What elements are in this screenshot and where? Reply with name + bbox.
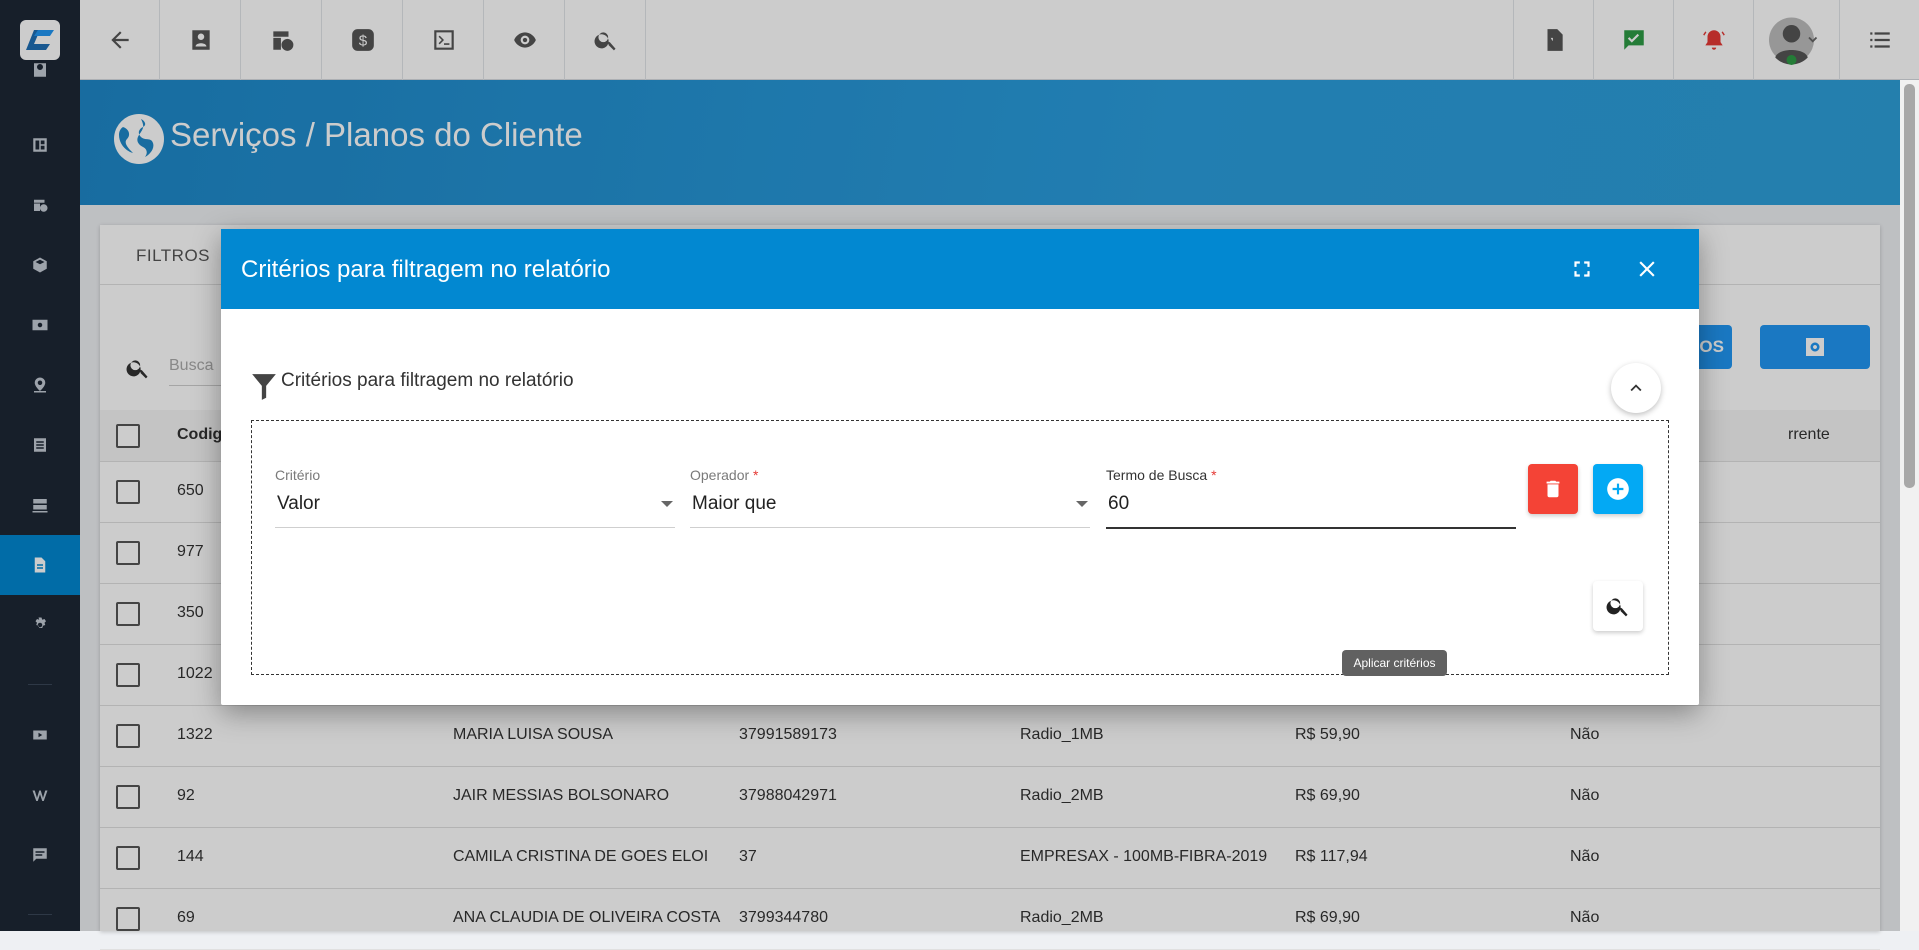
- termo-label: Termo de Busca: [1106, 467, 1208, 483]
- close-button[interactable]: [1633, 255, 1661, 283]
- trash-icon: [1546, 480, 1560, 498]
- operador-label: Operador: [690, 467, 750, 483]
- chevron-up-icon: [1630, 384, 1642, 392]
- filter-funnel-icon: [252, 374, 276, 400]
- termo-value: 60: [1108, 493, 1130, 514]
- operador-value: Maior que: [692, 493, 777, 514]
- modal-header: Critérios para filtragem no relatório: [221, 229, 1699, 309]
- delete-criterion-button[interactable]: [1528, 464, 1578, 514]
- operador-select[interactable]: Operador * Maior que: [690, 467, 1090, 537]
- criterio-select[interactable]: Critério Valor: [275, 467, 675, 537]
- filter-criteria-modal: Critérios para filtragem no relatório Cr…: [221, 229, 1699, 705]
- search-icon: [1606, 598, 1628, 617]
- criteria-container: Critério Valor Operador * Maior que Term…: [251, 420, 1669, 675]
- fullscreen-button[interactable]: [1568, 255, 1596, 283]
- criterio-label: Critério: [275, 467, 321, 483]
- section-title: Critérios para filtragem no relatório: [281, 370, 574, 391]
- apply-criteria-button[interactable]: [1593, 581, 1643, 631]
- termo-busca-input[interactable]: Termo de Busca * 60: [1106, 467, 1516, 537]
- scrollbar-thumb[interactable]: [1904, 84, 1915, 488]
- collapse-button[interactable]: [1611, 363, 1661, 413]
- add-criterion-button[interactable]: [1593, 464, 1643, 514]
- chevron-down-icon: [1076, 501, 1088, 507]
- apply-criteria-tooltip: Aplicar critérios: [1342, 650, 1447, 676]
- plus-circle-icon: [1607, 478, 1629, 500]
- fullscreen-icon: [1574, 261, 1590, 277]
- required-asterisk: *: [1211, 467, 1217, 483]
- modal-title: Critérios para filtragem no relatório: [241, 256, 611, 283]
- required-asterisk: *: [753, 467, 759, 483]
- criterio-value: Valor: [277, 493, 320, 514]
- close-icon: [1639, 261, 1655, 277]
- chevron-down-icon: [661, 501, 673, 507]
